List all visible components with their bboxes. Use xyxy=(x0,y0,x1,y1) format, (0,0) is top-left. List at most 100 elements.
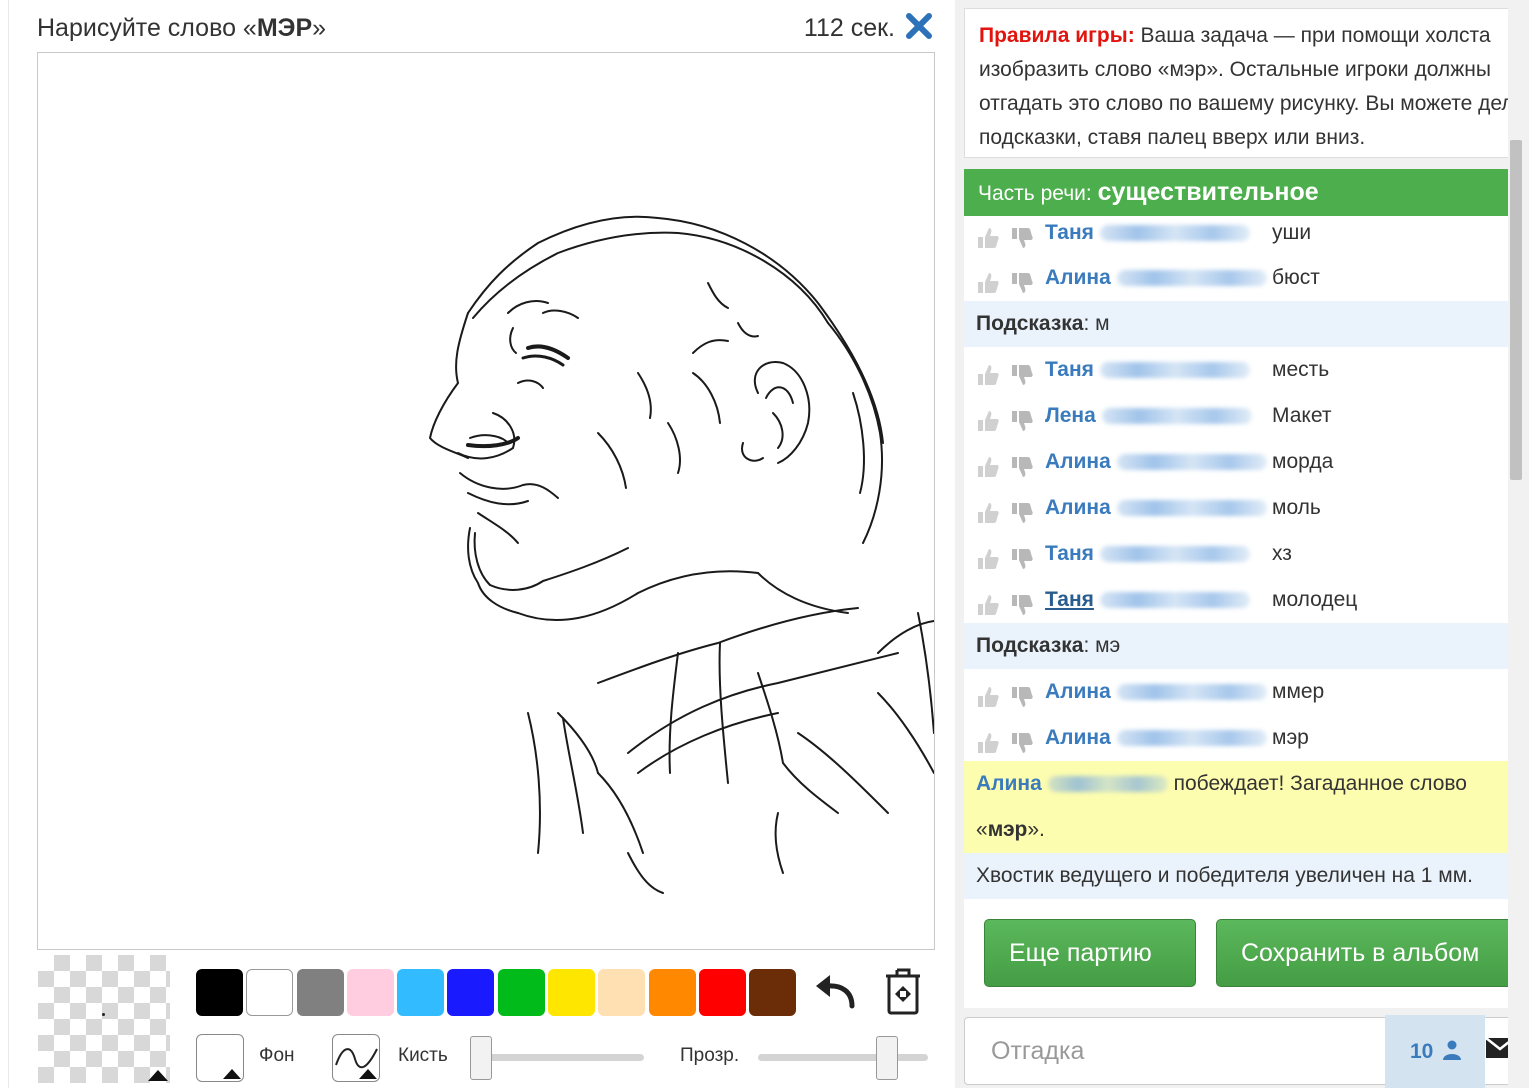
scrollbar-thumb[interactable] xyxy=(1510,140,1522,480)
brush-size-track[interactable] xyxy=(478,1054,644,1061)
color-swatch[interactable] xyxy=(648,969,696,1016)
brush-label: Кисть xyxy=(398,1045,448,1066)
chat-message: Алина морда xyxy=(964,439,1508,485)
background-color-button[interactable] xyxy=(196,1034,244,1082)
draw-prompt: Нарисуйте слово «МЭР» xyxy=(37,14,326,43)
guess-word: молодец xyxy=(1272,588,1358,611)
thumb-down-icon[interactable] xyxy=(1010,221,1034,248)
thumb-up-icon[interactable] xyxy=(976,221,1000,248)
thumb-down-icon[interactable] xyxy=(1010,450,1034,477)
game-panel: Правила игры: Ваша задача — при помощи х… xyxy=(955,0,1529,1088)
thumb-down-icon[interactable] xyxy=(1010,358,1034,385)
chat-author[interactable]: Алина xyxy=(1045,485,1267,531)
color-swatch[interactable] xyxy=(749,969,797,1016)
part-of-speech-value: существительное xyxy=(1097,178,1319,206)
color-swatch[interactable] xyxy=(698,969,746,1016)
chat-author[interactable]: Алина xyxy=(1045,439,1267,485)
preview-dropdown-icon[interactable] xyxy=(148,1070,168,1081)
blurred-surname xyxy=(1116,270,1267,287)
thumb-up-icon[interactable] xyxy=(976,588,1000,615)
chat-log[interactable]: Таня уши Алина бюст Подсказка: м Таня месть Лен… xyxy=(964,216,1508,900)
thumb-up-icon[interactable] xyxy=(976,680,1000,707)
color-swatch[interactable] xyxy=(598,969,646,1016)
guess-word: морда xyxy=(1272,450,1334,473)
drawing-canvas[interactable] xyxy=(37,52,935,950)
thumb-up-icon[interactable] xyxy=(976,450,1000,477)
brush-size-handle[interactable] xyxy=(470,1036,492,1080)
chat-message: Алина ммер xyxy=(964,669,1508,715)
guess-word: мэр xyxy=(1272,726,1309,749)
page-scrollbar[interactable] xyxy=(1508,0,1529,1088)
thumb-down-icon[interactable] xyxy=(1010,680,1034,707)
opacity-handle[interactable] xyxy=(876,1036,899,1080)
chat-author[interactable]: Алина xyxy=(1045,669,1267,715)
color-swatch[interactable] xyxy=(497,969,545,1016)
thumb-up-icon[interactable] xyxy=(976,266,1000,293)
thumb-down-icon[interactable] xyxy=(1010,726,1034,753)
thumb-down-icon[interactable] xyxy=(1010,496,1034,523)
rules-text: Правила игры: Ваша задача — при помощи х… xyxy=(979,19,1518,155)
color-swatch[interactable] xyxy=(296,969,344,1016)
chat-author[interactable]: Таня xyxy=(1045,531,1250,577)
chat-message: Алина моль xyxy=(964,485,1508,531)
hint-value: : м xyxy=(1083,312,1110,335)
rules-box: Правила игры: Ваша задача — при помощи х… xyxy=(964,8,1519,158)
chat-author[interactable]: Лена xyxy=(1045,393,1252,439)
hint-label: Подсказка xyxy=(976,634,1084,657)
person-icon xyxy=(1443,1040,1462,1060)
color-palette xyxy=(196,969,800,1017)
clear-canvas-icon[interactable] xyxy=(884,966,922,1016)
background-dropdown-icon xyxy=(223,1069,241,1079)
close-icon[interactable] xyxy=(905,12,933,40)
players-count: 10 xyxy=(1410,1040,1434,1063)
thumb-down-icon[interactable] xyxy=(1010,266,1034,293)
timer: 112 сек. xyxy=(803,14,895,42)
thumb-up-icon[interactable] xyxy=(976,726,1000,753)
chat-message: Таня уши xyxy=(964,216,1508,256)
brush-type-button[interactable] xyxy=(332,1034,380,1082)
color-swatch[interactable] xyxy=(196,969,243,1016)
prompt-prefix: Нарисуйте слово « xyxy=(37,14,257,42)
thumb-up-icon[interactable] xyxy=(976,404,1000,431)
blurred-surname xyxy=(1116,684,1267,701)
color-swatch[interactable] xyxy=(447,969,495,1016)
thumb-up-icon[interactable] xyxy=(976,496,1000,523)
chat-author[interactable]: Таня xyxy=(1045,216,1250,256)
chat-author[interactable]: Алина xyxy=(1045,255,1267,301)
next-game-button[interactable]: Еще партию xyxy=(984,919,1196,987)
winner-word-line: «мэр». xyxy=(976,807,1508,853)
chat-author[interactable]: Таня xyxy=(1045,347,1250,393)
thumb-down-icon[interactable] xyxy=(1010,542,1034,569)
tail-info: Хвостик ведущего и победителя увеличен н… xyxy=(964,853,1508,899)
guess-word: хз xyxy=(1272,542,1292,565)
brush-preview[interactable] xyxy=(38,955,170,1083)
thumb-up-icon[interactable] xyxy=(976,358,1000,385)
blurred-surname xyxy=(1099,546,1250,563)
prompt-word: МЭР xyxy=(256,14,313,42)
winner-line: Алина побеждает! Загаданное слово xyxy=(976,761,1508,807)
thumb-down-icon[interactable] xyxy=(1010,404,1034,431)
author-name: Алина xyxy=(1045,726,1111,749)
author-name: Алина xyxy=(1045,496,1111,519)
color-swatch[interactable] xyxy=(246,969,294,1016)
blurred-surname xyxy=(1116,454,1267,471)
hint-value: : мэ xyxy=(1083,634,1121,657)
chat-author[interactable]: Таня xyxy=(1045,577,1250,623)
thumb-up-icon[interactable] xyxy=(976,542,1000,569)
color-swatch[interactable] xyxy=(346,969,394,1016)
author-name: Таня xyxy=(1045,542,1094,565)
save-to-album-button[interactable]: Сохранить в альбом xyxy=(1216,919,1508,987)
thumb-down-icon[interactable] xyxy=(1010,588,1034,615)
opacity-track[interactable] xyxy=(758,1054,928,1061)
hint-row: Подсказка: мэ xyxy=(964,623,1508,669)
sketch-drawing xyxy=(429,215,934,894)
color-swatch[interactable] xyxy=(548,969,596,1016)
undo-icon[interactable] xyxy=(812,972,860,1012)
prompt-suffix: » xyxy=(312,14,327,42)
author-name: Таня xyxy=(1045,358,1094,381)
blurred-surname xyxy=(1099,225,1250,242)
color-swatch[interactable] xyxy=(397,969,445,1016)
winner-name[interactable]: Алина xyxy=(976,772,1042,795)
players-count-badge[interactable]: 10 xyxy=(1385,1015,1485,1088)
chat-author[interactable]: Алина xyxy=(1045,715,1267,761)
